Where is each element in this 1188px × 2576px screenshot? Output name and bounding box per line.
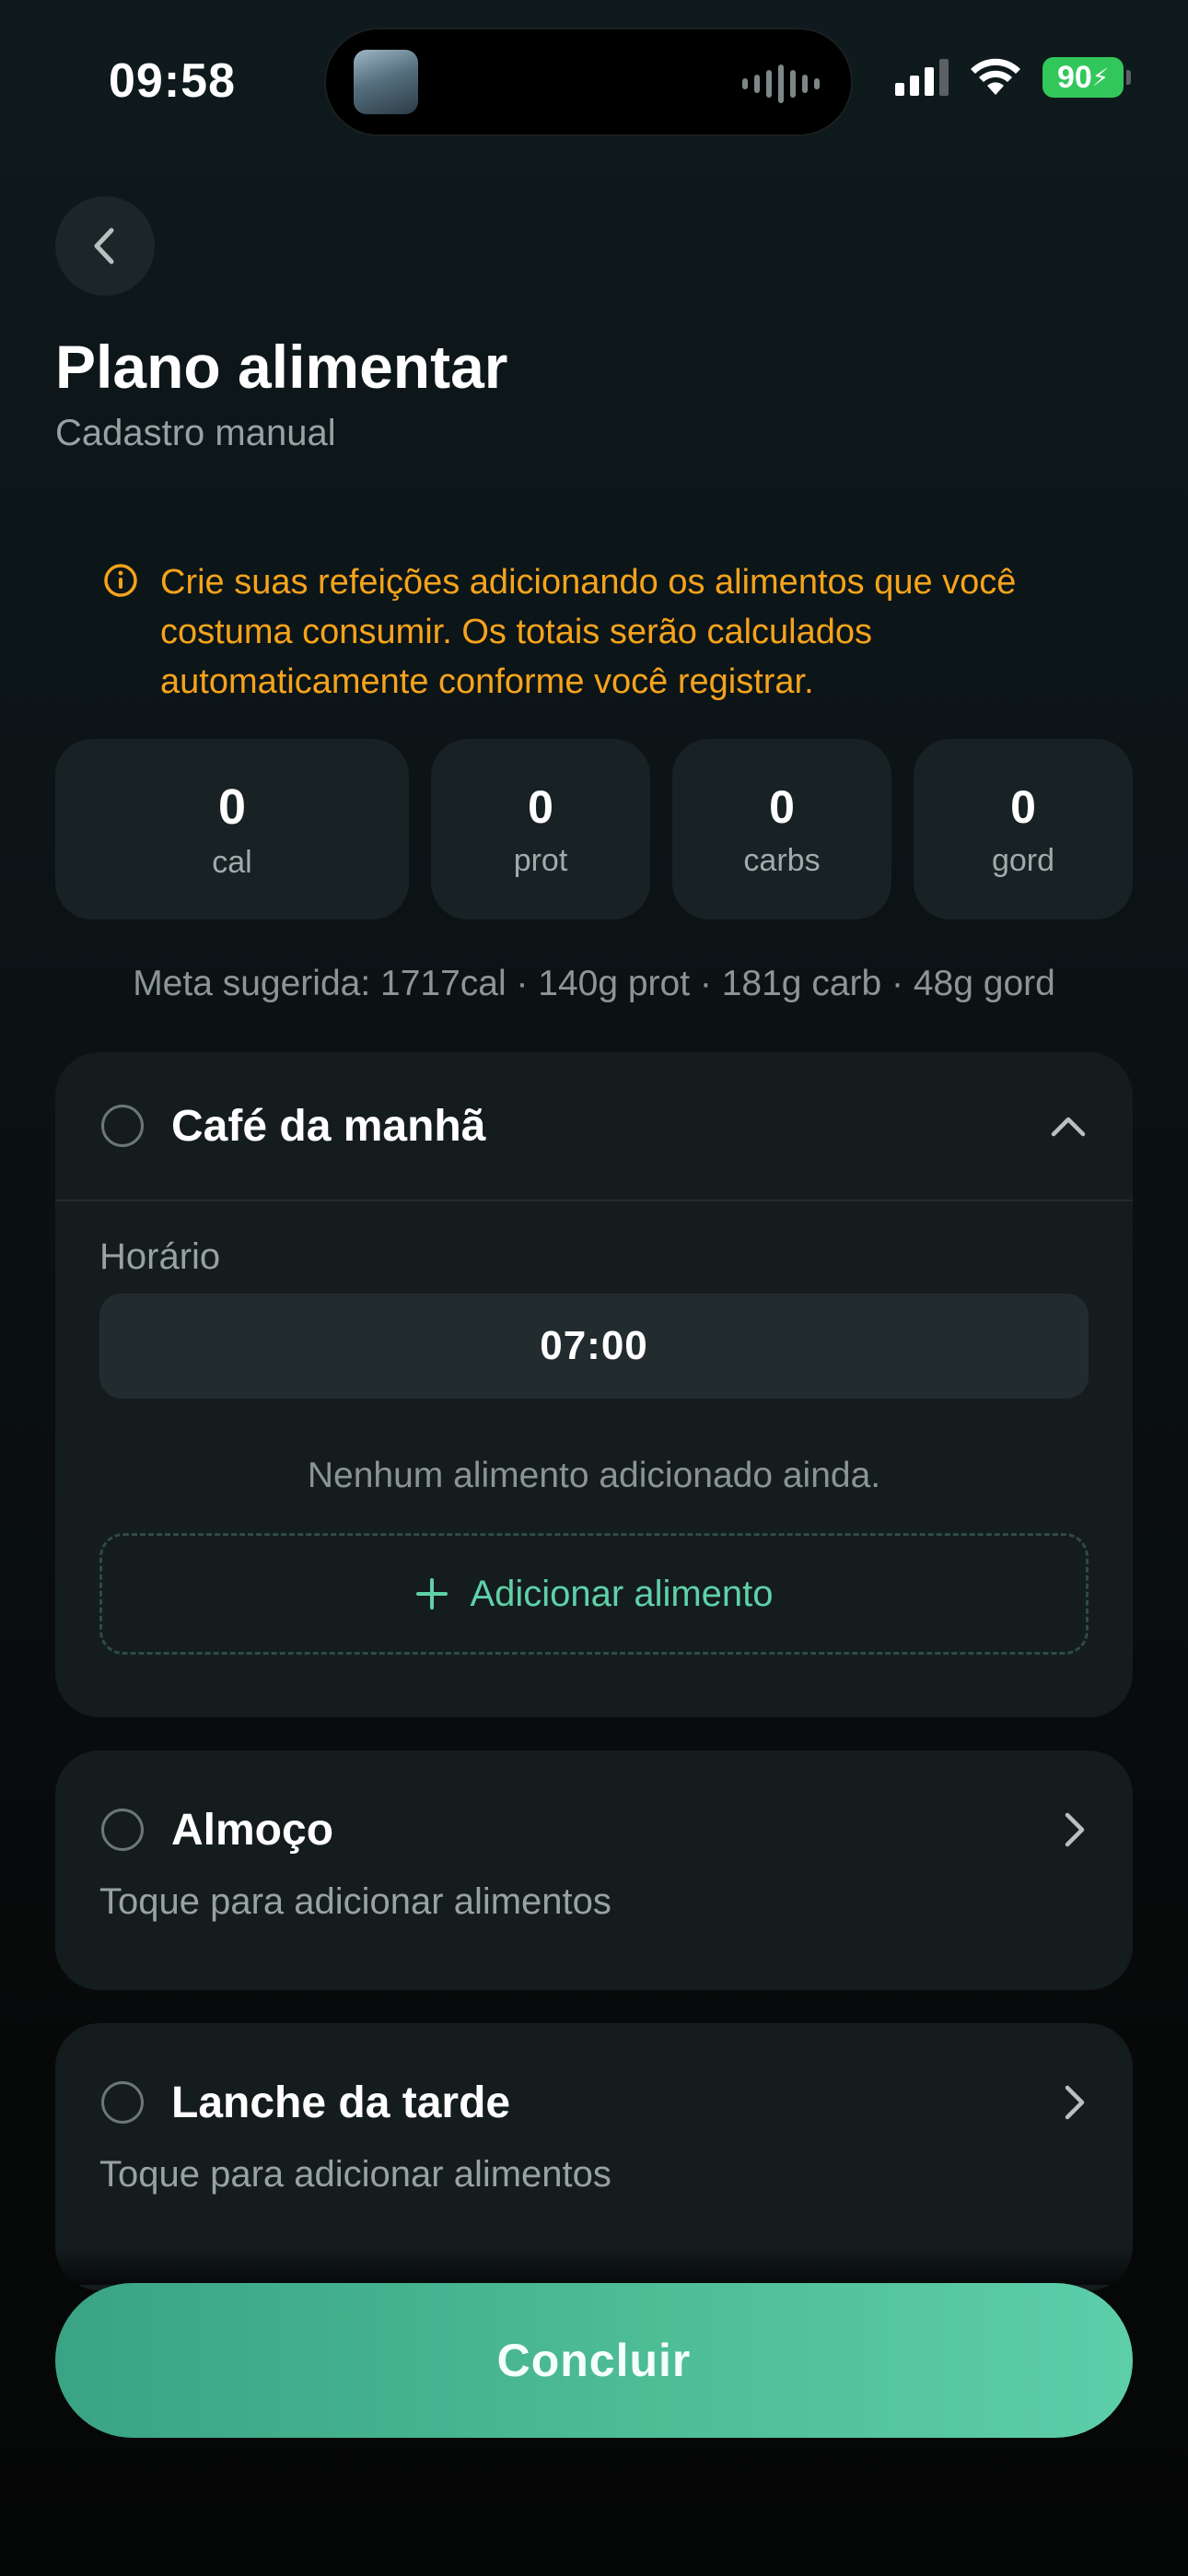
chevron-up-icon xyxy=(1051,1117,1086,1137)
meal-check-radio[interactable] xyxy=(101,2081,144,2124)
chevron-right-icon xyxy=(1065,1812,1085,1847)
meal-header-breakfast[interactable]: Café da manhã xyxy=(55,1052,1133,1201)
total-fat-value: 0 xyxy=(1010,780,1036,833)
meal-check-radio[interactable] xyxy=(101,1105,144,1147)
empty-foods-message: Nenhum alimento adicionado ainda. xyxy=(307,1456,881,1495)
total-carbs-value: 0 xyxy=(769,780,795,833)
collapse-button[interactable] xyxy=(1050,1107,1087,1144)
meal-hint: Toque para adicionar alimentos xyxy=(99,1881,611,1922)
chevron-left-icon xyxy=(94,228,114,264)
battery-icon: 90 ⚡ xyxy=(1042,57,1131,98)
meal-card-lunch[interactable]: Almoço Toque para adicionar alimentos xyxy=(55,1751,1133,1990)
total-calories-card: 0 cal xyxy=(55,739,409,919)
notice-text: Crie suas refeições adicionando os alime… xyxy=(160,563,1017,701)
total-fat-card: 0 gord xyxy=(914,739,1133,919)
page-title: Plano alimentar xyxy=(55,333,508,401)
total-protein-value: 0 xyxy=(528,780,553,833)
page-subtitle: Cadastro manual xyxy=(55,413,336,453)
plus-icon xyxy=(416,1578,448,1610)
info-icon xyxy=(104,564,137,597)
meal-title: Almoço xyxy=(171,1805,334,1855)
audio-waveform-icon xyxy=(742,64,820,103)
battery-level: 90 xyxy=(1056,59,1092,95)
total-calories-value: 0 xyxy=(217,779,247,835)
total-carbs-label: carbs xyxy=(743,842,821,878)
meal-title: Café da manhã xyxy=(171,1101,486,1151)
meal-check-radio[interactable] xyxy=(101,1809,144,1851)
add-food-button[interactable]: Adicionar alimento xyxy=(99,1533,1089,1655)
meal-card-breakfast: Café da manhã Horário 07:00 Nenhum alime… xyxy=(55,1052,1133,1717)
meal-hint: Toque para adicionar alimentos xyxy=(99,2154,611,2195)
dynamic-island[interactable] xyxy=(324,28,853,136)
meal-title: Lanche da tarde xyxy=(171,2078,511,2127)
status-indicators: 90 ⚡ xyxy=(895,57,1131,98)
now-playing-thumbnail xyxy=(354,50,418,114)
chevron-right-icon xyxy=(1065,2085,1085,2120)
info-notice: Crie suas refeições adicionando os alime… xyxy=(103,557,1079,707)
scroll-fade xyxy=(0,2248,1188,2285)
total-protein-label: prot xyxy=(513,842,568,878)
suggested-goal: Meta sugerida: 1717cal · 140g prot · 181… xyxy=(133,964,1055,1003)
total-fat-label: gord xyxy=(991,842,1055,878)
macro-totals: 0 cal 0 prot 0 carbs 0 gord xyxy=(55,739,1133,919)
total-carbs-card: 0 carbs xyxy=(672,739,891,919)
total-protein-card: 0 prot xyxy=(431,739,650,919)
time-field-label: Horário xyxy=(99,1236,221,1277)
cellular-signal-icon xyxy=(895,59,949,96)
back-button[interactable] xyxy=(55,196,155,296)
add-food-label: Adicionar alimento xyxy=(470,1573,774,1614)
conclude-button[interactable]: Concluir xyxy=(55,2283,1133,2438)
total-calories-label: cal xyxy=(212,844,252,880)
wifi-icon xyxy=(971,58,1020,95)
status-time: 09:58 xyxy=(109,54,236,108)
charging-bolt-icon: ⚡ xyxy=(1091,63,1110,91)
meal-time-input[interactable]: 07:00 xyxy=(99,1294,1089,1399)
